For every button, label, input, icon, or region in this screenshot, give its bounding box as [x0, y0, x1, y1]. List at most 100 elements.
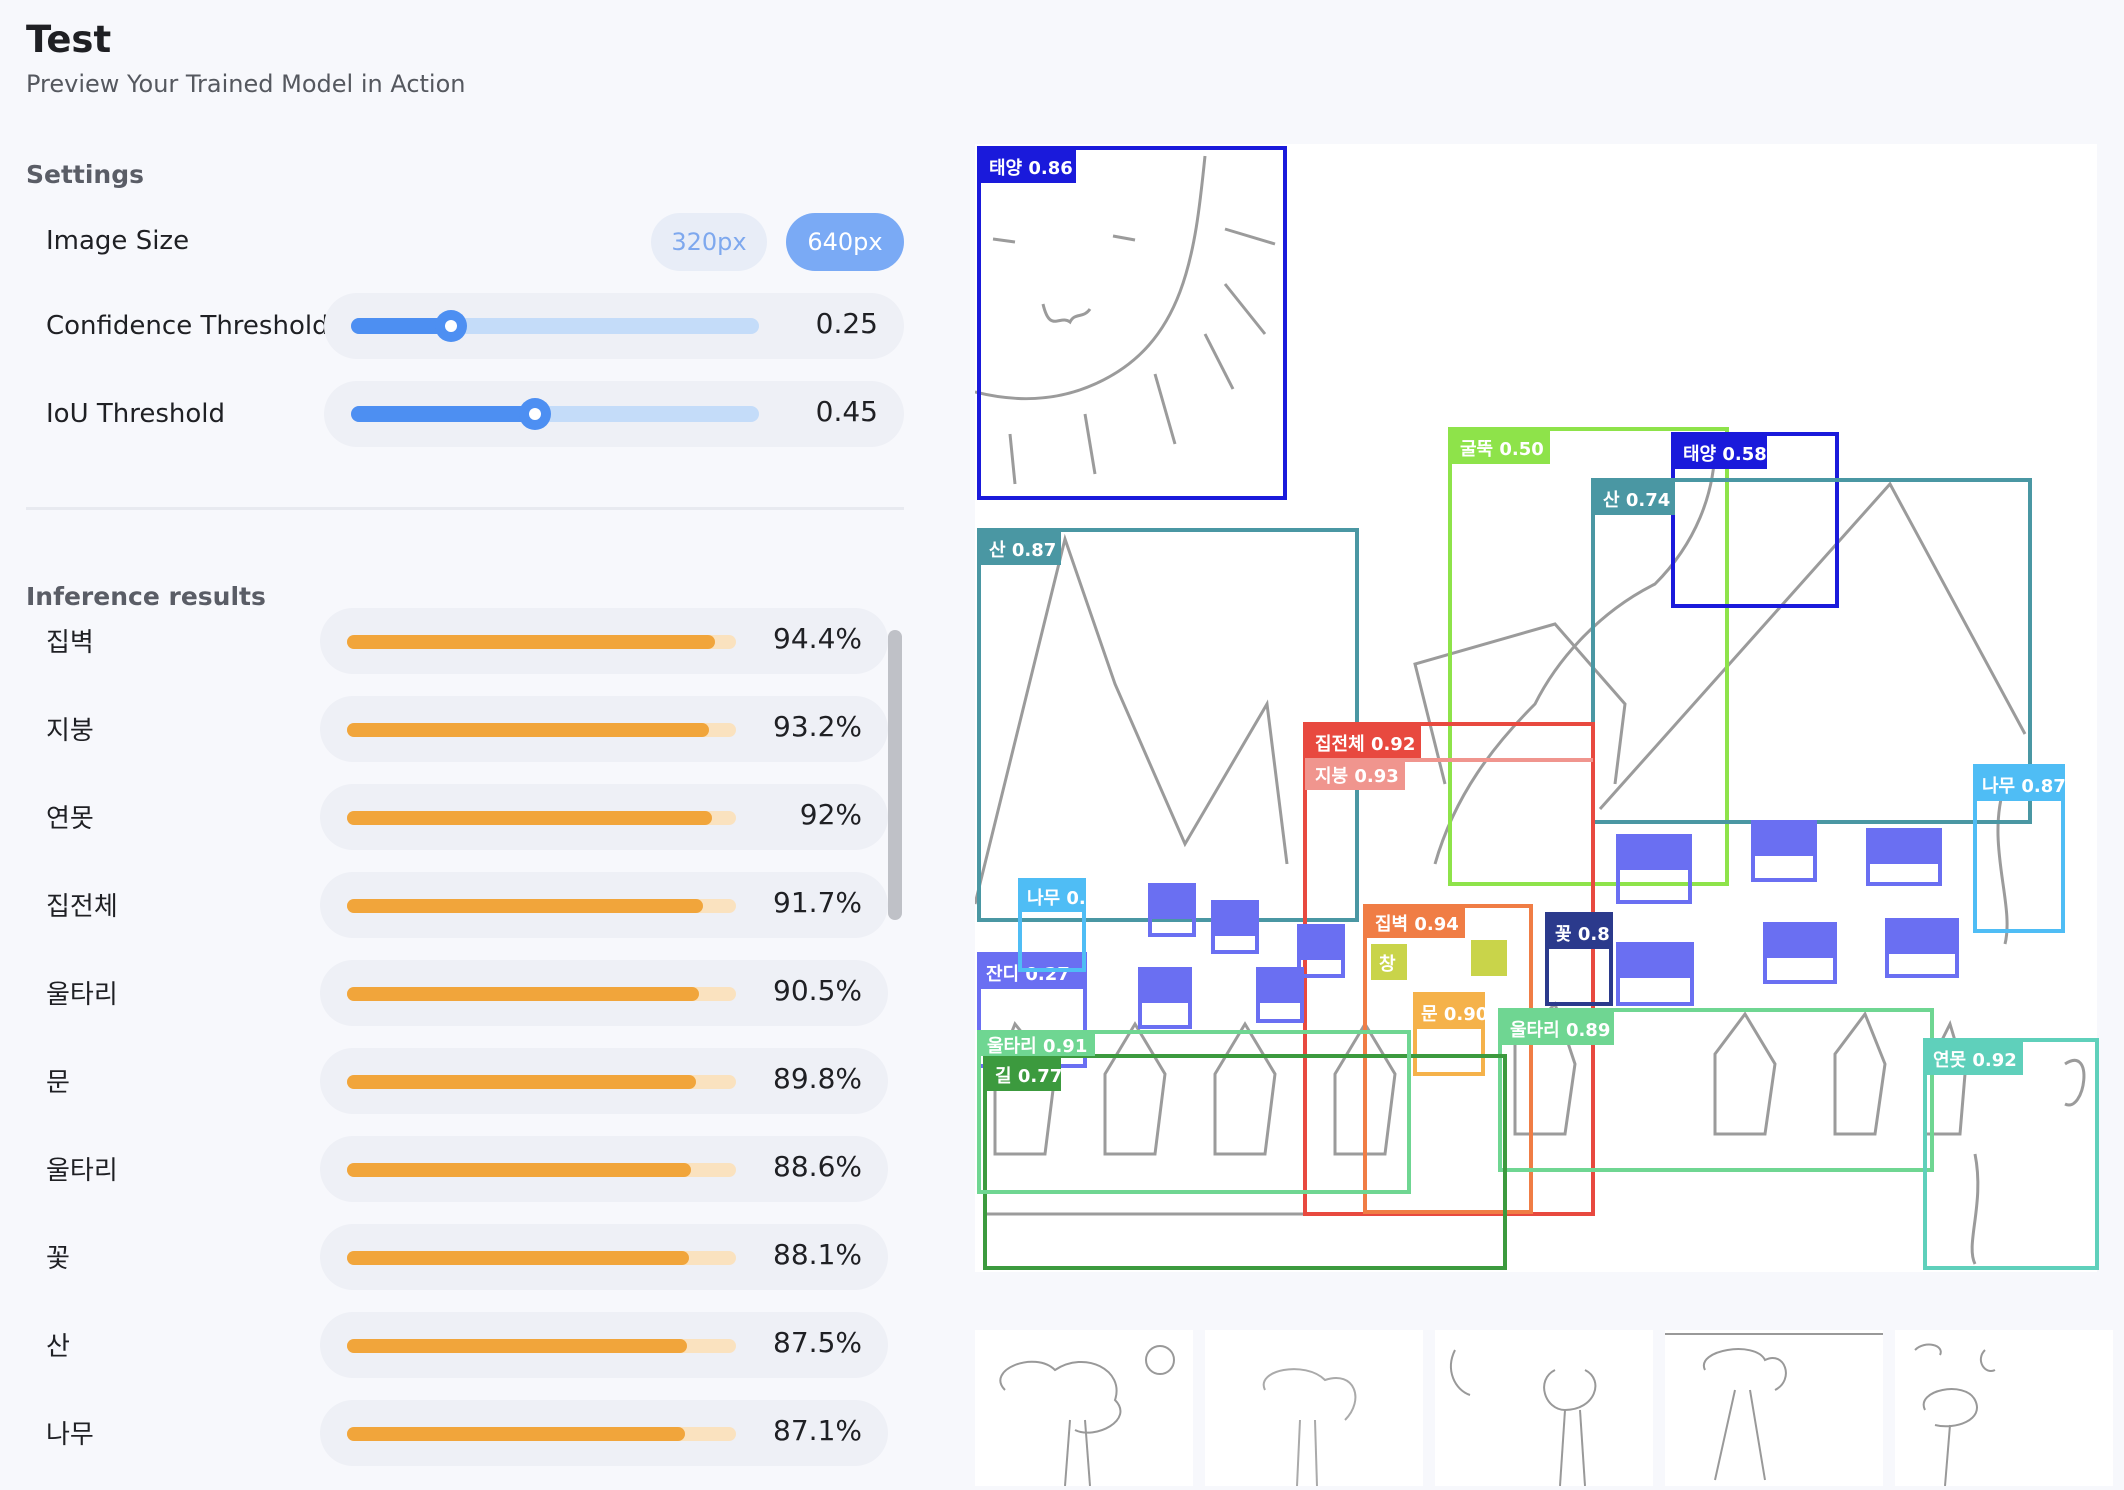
result-label: 연못 [46, 804, 94, 834]
result-bar [347, 811, 712, 825]
tree-drawing-icon [1262, 1368, 1357, 1487]
confidence-slider-track[interactable] [351, 310, 759, 342]
result-row: 울타리 88.6% [0, 1136, 900, 1204]
result-row: 지붕 93.2% [0, 696, 900, 764]
detection-label: 나무 0.87 [1982, 776, 2066, 797]
result-value: 87.5% [773, 1326, 862, 1359]
detection-label: 나무 0. [1027, 888, 1086, 909]
tree-drawing-icon [1914, 1343, 1996, 1487]
result-row: 집벽 94.4% [0, 608, 900, 676]
detection-label: 창 [1379, 954, 1396, 975]
result-row: 연못 92% [0, 784, 900, 852]
results-scrollbar[interactable] [888, 630, 902, 920]
thumbnail[interactable] [1205, 1330, 1423, 1487]
detection-box: 창 [1371, 940, 1507, 980]
detection-box: 굴뚝 0.50 [1448, 427, 1729, 886]
detection-label: 문 0.90 [1421, 1004, 1488, 1025]
result-label: 울타리 [46, 980, 118, 1010]
detection-label: 산 0.87 [989, 540, 1056, 561]
result-label: 꽃 [46, 1244, 70, 1274]
result-bar [347, 723, 709, 737]
detection-label: 울타리 0.91 [987, 1036, 1087, 1057]
result-bar [347, 1075, 696, 1089]
result-bar [347, 635, 715, 649]
result-bar [347, 1251, 689, 1265]
result-value: 88.1% [773, 1238, 862, 1271]
result-row: 나무 87.1% [0, 1400, 900, 1468]
iou-slider-thumb[interactable] [519, 398, 551, 430]
detection-label: 지붕 0.93 [1315, 766, 1399, 787]
result-label: 지붕 [46, 716, 94, 746]
iou-slider-fill [351, 406, 535, 422]
detection-box: 길 0.77 [983, 1054, 1507, 1270]
detection-label: 길 0.77 [995, 1065, 1062, 1087]
confidence-slider-container: 0.25 [324, 293, 904, 359]
result-value: 93.2% [773, 710, 862, 743]
result-row: 문 89.8% [0, 1048, 900, 1116]
result-label: 산 [46, 1332, 70, 1362]
result-bar [347, 1339, 687, 1353]
iou-slider-track[interactable] [351, 398, 759, 430]
image-size-320-button[interactable]: 320px [651, 213, 767, 271]
detection-label: 울타리 0.89 [1510, 1020, 1610, 1041]
confidence-threshold-label: Confidence Threshold [46, 311, 329, 341]
iou-slider-container: 0.45 [324, 381, 904, 447]
result-value: 87.1% [773, 1414, 862, 1447]
settings-divider [26, 507, 904, 510]
thumbnail[interactable] [1435, 1330, 1653, 1487]
thumbnail[interactable] [1895, 1330, 2113, 1487]
result-value: 90.5% [773, 974, 862, 1007]
result-bar [347, 987, 699, 1001]
iou-threshold-label: IoU Threshold [46, 399, 226, 429]
detection-label: 잔디 0.27 [986, 964, 1070, 985]
result-label: 나무 [46, 1420, 94, 1450]
result-row: 산 87.5% [0, 1312, 900, 1380]
result-value: 91.7% [773, 886, 862, 919]
result-row: 꽃 88.1% [0, 1224, 900, 1292]
image-size-640-button[interactable]: 640px [786, 213, 904, 271]
thumbnail[interactable] [975, 1330, 1193, 1487]
result-value: 88.6% [773, 1150, 862, 1183]
result-value: 89.8% [773, 1062, 862, 1095]
result-label: 집벽 [46, 628, 94, 658]
iou-value: 0.45 [815, 395, 878, 428]
result-label: 울타리 [46, 1156, 118, 1186]
detection-box: 산 0.87 [977, 528, 1359, 922]
result-bar [347, 899, 703, 913]
detection-box: 나무 0.87 [1973, 764, 2066, 933]
detection-box: 산 0.74 [1591, 478, 2032, 824]
result-bar [347, 1427, 685, 1441]
detection-label: 집전체 0.92 [1315, 734, 1415, 755]
tree-drawing-icon [1665, 1333, 1883, 1481]
detection-label: 산 0.74 [1603, 490, 1670, 511]
result-bar [347, 1163, 691, 1177]
detection-label: 태양 0.86 [989, 158, 1073, 179]
detection-overlay: 태양 0.86 산 0.87 굴뚝 0.50 태양 0.58 산 0.74 집전… [975, 146, 2099, 1270]
result-label: 문 [46, 1068, 70, 1098]
detection-box: 꽃 0.8 [1545, 912, 1613, 1006]
page-title: Test [26, 18, 112, 61]
result-value: 94.4% [773, 622, 862, 655]
result-row: 집전체 91.7% [0, 872, 900, 940]
detection-label: 연못 0.92 [1933, 1050, 2017, 1071]
detection-label: 굴뚝 0.50 [1460, 439, 1544, 460]
detection-box: 문 0.90 [1413, 992, 1488, 1076]
detection-box: 연못 0.92 [1923, 1038, 2099, 1270]
detection-label: 집벽 0.94 [1375, 914, 1459, 935]
inference-results-heading: Inference results [26, 582, 266, 611]
result-value: 92% [799, 798, 862, 831]
confidence-value: 0.25 [815, 307, 878, 340]
detection-label: 태양 0.58 [1683, 444, 1767, 465]
image-size-label: Image Size [46, 226, 190, 256]
result-label: 집전체 [46, 892, 118, 922]
page-subtitle: Preview Your Trained Model in Action [26, 70, 466, 98]
detection-box: 태양 0.86 [977, 146, 1287, 500]
tree-drawing-icon [999, 1345, 1175, 1487]
tree-drawing-icon [1450, 1349, 1597, 1487]
result-row: 울타리 90.5% [0, 960, 900, 1028]
thumbnail-strip [965, 1330, 2113, 1487]
settings-heading: Settings [26, 160, 145, 189]
detection-label: 꽃 0.8 [1555, 924, 1610, 945]
thumbnail[interactable] [1665, 1330, 1883, 1486]
confidence-slider-thumb[interactable] [435, 310, 467, 342]
